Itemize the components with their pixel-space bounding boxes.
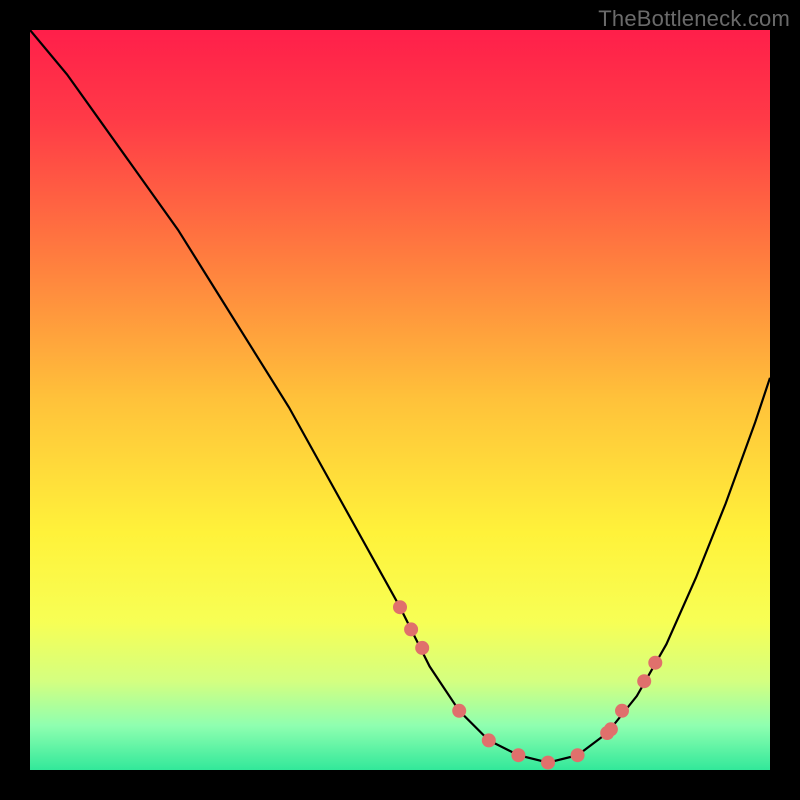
curve-marker <box>404 622 418 636</box>
watermark-text: TheBottleneck.com <box>598 6 790 32</box>
curve-marker <box>541 756 555 770</box>
curve-marker <box>452 704 466 718</box>
curve-marker <box>511 748 525 762</box>
curve-marker <box>393 600 407 614</box>
curve-marker <box>648 656 662 670</box>
curve-marker <box>637 674 651 688</box>
curve-marker <box>615 704 629 718</box>
curve-marker <box>482 733 496 747</box>
curve-marker <box>415 641 429 655</box>
curve-marker <box>571 748 585 762</box>
bottleneck-chart <box>30 30 770 770</box>
curve-marker <box>604 722 618 736</box>
